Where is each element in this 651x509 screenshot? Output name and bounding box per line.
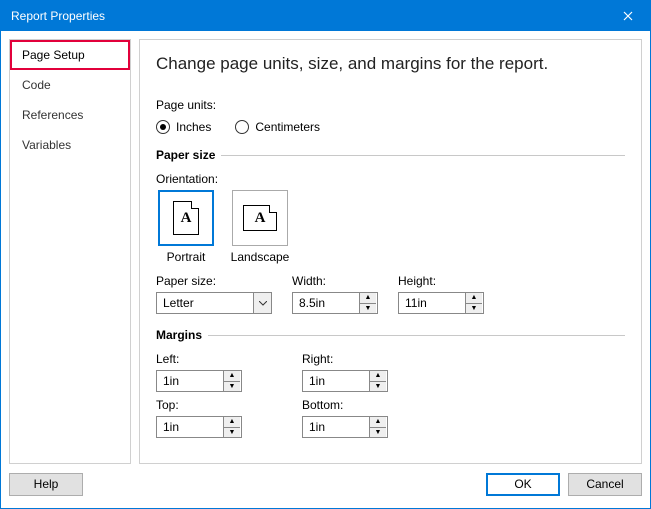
titlebar: Report Properties bbox=[1, 1, 650, 31]
sidebar-item-label: Variables bbox=[22, 138, 71, 152]
section-title: Paper size bbox=[156, 148, 215, 162]
orientation-portrait-box: A bbox=[158, 190, 214, 246]
orientation-landscape-box: A bbox=[232, 190, 288, 246]
margin-left-field: Left: ▲▼ bbox=[156, 352, 282, 392]
dialog-footer: Help OK Cancel bbox=[9, 464, 642, 500]
spin-up-icon[interactable]: ▲ bbox=[370, 371, 386, 382]
margin-right-spinner[interactable]: ▲▼ bbox=[302, 370, 388, 392]
dialog-body: Page Setup Code References Variables Cha… bbox=[1, 31, 650, 508]
content-panel: Change page units, size, and margins for… bbox=[139, 39, 642, 464]
title-text: Report Properties bbox=[11, 9, 605, 23]
spin-buttons: ▲▼ bbox=[359, 293, 376, 313]
spin-buttons: ▲▼ bbox=[223, 417, 240, 437]
margin-left-input[interactable] bbox=[157, 371, 223, 391]
sidebar-item-variables[interactable]: Variables bbox=[10, 130, 130, 160]
close-button[interactable] bbox=[605, 1, 650, 31]
button-label: Help bbox=[34, 477, 59, 491]
section-margins: Margins bbox=[156, 328, 625, 342]
spin-down-icon[interactable]: ▼ bbox=[466, 304, 482, 314]
help-button[interactable]: Help bbox=[9, 473, 83, 496]
margin-top-input[interactable] bbox=[157, 417, 223, 437]
radio-dot-icon bbox=[235, 120, 249, 134]
margin-right-field: Right: ▲▼ bbox=[302, 352, 428, 392]
field-label: Width: bbox=[292, 274, 378, 288]
margin-left-spinner[interactable]: ▲▼ bbox=[156, 370, 242, 392]
spin-buttons: ▲▼ bbox=[223, 371, 240, 391]
spin-down-icon[interactable]: ▼ bbox=[370, 428, 386, 438]
section-rule bbox=[221, 155, 625, 156]
spin-up-icon[interactable]: ▲ bbox=[466, 293, 482, 304]
spin-up-icon[interactable]: ▲ bbox=[224, 417, 240, 428]
page-heading: Change page units, size, and margins for… bbox=[156, 54, 625, 74]
field-label: Top: bbox=[156, 398, 282, 412]
spin-buttons: ▲▼ bbox=[369, 371, 386, 391]
section-title: Margins bbox=[156, 328, 202, 342]
button-label: OK bbox=[514, 477, 531, 491]
margin-bottom-field: Bottom: ▲▼ bbox=[302, 398, 428, 438]
page-portrait-icon: A bbox=[173, 201, 199, 235]
orientation-group: A Portrait A Landscape bbox=[156, 190, 625, 264]
width-field: Width: ▲▼ bbox=[292, 274, 378, 314]
sidebar-item-page-setup[interactable]: Page Setup bbox=[10, 40, 130, 70]
chevron-down-icon bbox=[253, 293, 271, 313]
dialog-report-properties: Report Properties Page Setup Code Refere… bbox=[0, 0, 651, 509]
orientation-label: Orientation: bbox=[156, 172, 625, 186]
orientation-portrait[interactable]: A Portrait bbox=[156, 190, 216, 264]
orientation-label-text: Portrait bbox=[167, 250, 206, 264]
spin-buttons: ▲▼ bbox=[369, 417, 386, 437]
sidebar: Page Setup Code References Variables bbox=[9, 39, 131, 464]
ok-button[interactable]: OK bbox=[486, 473, 560, 496]
page-landscape-icon: A bbox=[243, 205, 277, 231]
orientation-landscape[interactable]: A Landscape bbox=[230, 190, 290, 264]
sidebar-item-code[interactable]: Code bbox=[10, 70, 130, 100]
radio-label: Centimeters bbox=[255, 120, 320, 134]
button-label: Cancel bbox=[586, 477, 623, 491]
section-paper-size: Paper size bbox=[156, 148, 625, 162]
height-spinner[interactable]: ▲▼ bbox=[398, 292, 484, 314]
field-label: Left: bbox=[156, 352, 282, 366]
field-label: Paper size: bbox=[156, 274, 272, 288]
field-label: Height: bbox=[398, 274, 484, 288]
margins-grid: Left: ▲▼ Right: ▲▼ Top bbox=[156, 352, 625, 438]
spin-up-icon[interactable]: ▲ bbox=[360, 293, 376, 304]
paper-size-row: Paper size: Letter Width: ▲▼ bbox=[156, 274, 625, 314]
sidebar-item-label: Page Setup bbox=[22, 48, 85, 62]
margin-top-field: Top: ▲▼ bbox=[156, 398, 282, 438]
margin-right-input[interactable] bbox=[303, 371, 369, 391]
main-row: Page Setup Code References Variables Cha… bbox=[9, 39, 642, 464]
radio-dot-icon bbox=[156, 120, 170, 134]
spin-down-icon[interactable]: ▼ bbox=[360, 304, 376, 314]
page-units-label: Page units: bbox=[156, 98, 625, 112]
radio-inches[interactable]: Inches bbox=[156, 120, 211, 134]
spin-up-icon[interactable]: ▲ bbox=[224, 371, 240, 382]
radio-label: Inches bbox=[176, 120, 211, 134]
spin-buttons: ▲▼ bbox=[465, 293, 482, 313]
close-icon bbox=[623, 11, 633, 21]
spin-down-icon[interactable]: ▼ bbox=[370, 382, 386, 392]
field-label: Right: bbox=[302, 352, 428, 366]
sidebar-item-references[interactable]: References bbox=[10, 100, 130, 130]
cancel-button[interactable]: Cancel bbox=[568, 473, 642, 496]
paper-size-field: Paper size: Letter bbox=[156, 274, 272, 314]
margin-bottom-spinner[interactable]: ▲▼ bbox=[302, 416, 388, 438]
sidebar-item-label: Code bbox=[22, 78, 51, 92]
combo-value: Letter bbox=[157, 296, 253, 310]
margin-top-spinner[interactable]: ▲▼ bbox=[156, 416, 242, 438]
paper-size-combo[interactable]: Letter bbox=[156, 292, 272, 314]
page-units-group: Inches Centimeters bbox=[156, 120, 625, 134]
spin-down-icon[interactable]: ▼ bbox=[224, 382, 240, 392]
radio-centimeters[interactable]: Centimeters bbox=[235, 120, 320, 134]
field-label: Bottom: bbox=[302, 398, 428, 412]
section-rule bbox=[208, 335, 625, 336]
height-field: Height: ▲▼ bbox=[398, 274, 484, 314]
spin-up-icon[interactable]: ▲ bbox=[370, 417, 386, 428]
orientation-label-text: Landscape bbox=[231, 250, 290, 264]
height-input[interactable] bbox=[399, 293, 465, 313]
width-input[interactable] bbox=[293, 293, 359, 313]
width-spinner[interactable]: ▲▼ bbox=[292, 292, 378, 314]
margin-bottom-input[interactable] bbox=[303, 417, 369, 437]
sidebar-item-label: References bbox=[22, 108, 83, 122]
spin-down-icon[interactable]: ▼ bbox=[224, 428, 240, 438]
